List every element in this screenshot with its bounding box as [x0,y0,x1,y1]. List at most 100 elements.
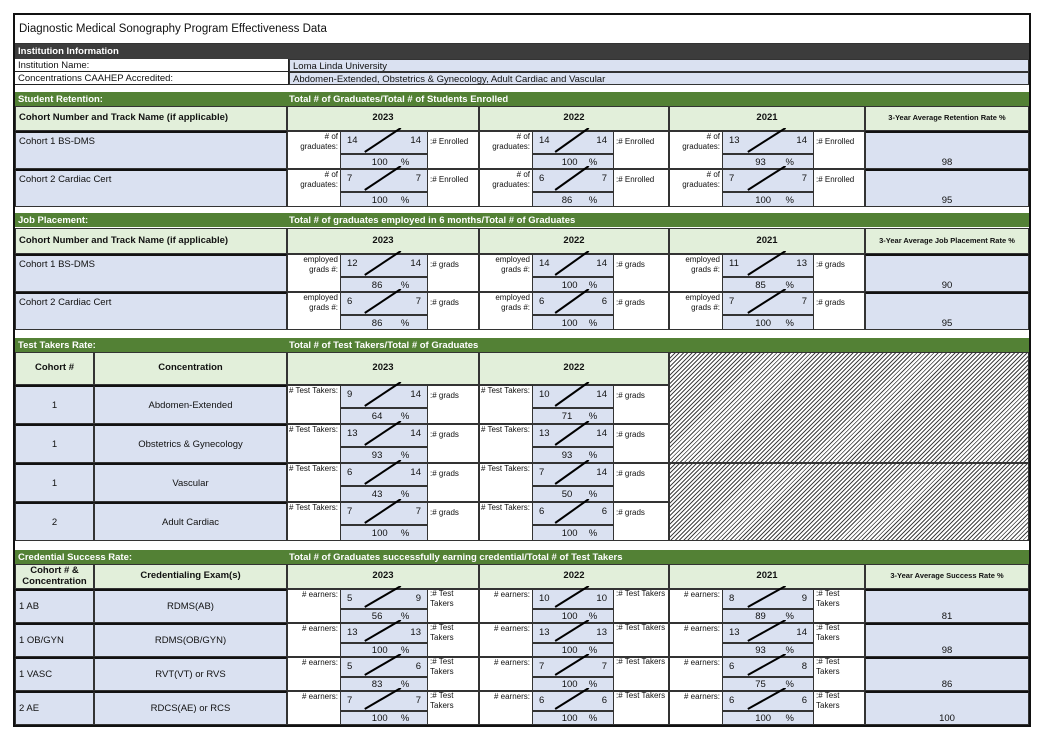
fraction-suffix-label: :# Test Takers [430,691,454,711]
cohort-number-cell: 2 [15,502,94,541]
percent-symbol: % [400,317,410,329]
percent-box: 100% [532,315,614,330]
fraction-prefix-label: employed grads #: [303,293,338,313]
fraction-suffix-label: :# grads [816,298,845,307]
fraction-slash-icon [364,166,402,191]
cohort-number-cell: 1 [15,385,94,424]
column-header-cohort-concentration: Cohort # & Concentration [15,564,94,589]
exam-cell: RVT(VT) or RVS [94,657,287,691]
track-name-cell: Cohort 2 Cardiac Cert [15,292,287,330]
fraction-slash-icon [364,421,402,446]
fraction-box: 9 14 [340,382,428,408]
section-title: Job Placement: [18,215,89,226]
fraction-slash-icon [747,586,787,608]
percent-symbol: % [588,194,598,206]
fraction-suffix-label: :# grads [616,298,645,307]
fraction-prefix-label: # Test Takers: [480,503,530,512]
fraction-prefix-label: # Test Takers: [288,425,338,434]
fraction-suffix-label: :# grads [430,430,459,439]
average-rate-value: 86 [865,657,1029,691]
fraction-prefix-label: # Test Takers: [288,503,338,512]
section-formula: Total # of Graduates successfully earnin… [289,552,623,563]
fraction-suffix-label: :# Enrolled [816,175,855,184]
fraction-box: 77 [340,688,428,711]
fraction-suffix-label: :# Enrolled [816,137,855,146]
fraction-slash-icon [554,128,590,153]
track-name-cell: Cohort 1 BS-DMS [15,254,287,292]
fraction-prefix-label: # earners: [683,658,720,667]
fraction-prefix-label: employed grads #: [685,293,720,313]
percent-symbol: % [785,713,794,724]
fraction-slash-icon [554,421,590,446]
average-rate-value: 95 [865,169,1029,207]
fraction-suffix-label: :# Test Takers [616,657,666,666]
fraction-suffix-label: :# Test Takers [816,589,840,609]
page-title: Diagnostic Medical Sonography Program Ef… [15,15,1029,44]
fraction-box: 7 14 [532,460,614,486]
fraction-prefix-label: # Test Takers: [288,464,338,473]
fraction-box: 11 13 [722,251,814,277]
fraction-slash-icon [554,382,590,407]
fraction-prefix-label: # Test Takers: [288,386,338,395]
fraction-prefix-label: # of graduates: [300,132,338,152]
fraction-slash-icon [554,620,590,642]
percent-symbol: % [588,317,598,329]
fraction-slash-icon [364,382,402,407]
exam-cell: RDMS(AB) [94,589,287,623]
fraction-prefix-label: # earners: [301,624,338,633]
column-header-average: 3-Year Average Success Rate % [865,564,1029,589]
fraction-suffix-label: :# Enrolled [430,175,469,184]
section-header-bar: Student Retention: Total # of Graduates/T… [15,92,1029,106]
average-rate-value: 95 [865,292,1029,330]
fraction-box: 89 [722,586,814,609]
fraction-slash-icon [364,688,402,710]
percent-box: 86% [532,192,614,207]
percent-value: 100 [755,194,772,206]
fraction-prefix-label: # earners: [493,590,530,599]
average-rate-value: 100 [865,691,1029,725]
fraction-prefix-label: # earners: [493,624,530,633]
column-header-average: 3-Year Average Job Placement Rate % [865,228,1029,254]
fraction-prefix-label: # of graduates: [300,170,338,190]
percent-symbol: % [588,713,598,724]
fraction-box: 77 [340,166,428,192]
fraction-slash-icon [364,251,402,276]
concentration-cell: Adult Cardiac [94,502,287,541]
fraction-prefix-label: # earners: [493,692,530,701]
fraction-box: 14 14 [532,251,614,277]
fraction-prefix-label: # earners: [683,624,720,633]
fraction-prefix-label: # earners: [301,692,338,701]
fraction-box: 77 [722,289,814,315]
fraction-suffix-label: :# grads [816,260,845,269]
column-header-cohort: Cohort Number and Track Name (if applica… [15,228,287,254]
percent-box: 100% [532,711,614,725]
fraction-box: 67 [340,289,428,315]
fraction-prefix-label: # Test Takers: [480,425,530,434]
cohort-concentration-cell: 2 AE [15,691,94,725]
column-header-year: 2022 [479,352,669,385]
fraction-suffix-label: :# Test Takers [430,623,454,643]
fraction-box: 13 14 [722,620,814,643]
percent-box: 100% [340,192,428,207]
fraction-suffix-label: :# Test Takers [816,623,840,643]
section-header-bar: Test Takers Rate: Total # of Test Takers/… [15,338,1029,352]
section-formula: Total # of Test Takers/Total # of Gradua… [289,340,479,351]
fraction-slash-icon [554,654,590,676]
cohort-number-cell: 1 [15,424,94,463]
percent-value: 100 [371,528,388,539]
fraction-suffix-label: :# grads [430,469,459,478]
column-header-year: 2023 [287,352,479,385]
column-header-average: 3-Year Average Retention Rate % [865,106,1029,131]
column-header-concentration: Concentration [94,352,287,385]
fraction-slash-icon [747,620,787,642]
fraction-slash-icon [364,128,402,153]
section-formula: Total # of Graduates/Total # of Students… [289,94,509,105]
fraction-prefix-label: # earners: [301,658,338,667]
fraction-suffix-label: :# grads [616,430,645,439]
effectiveness-sheet: Diagnostic Medical Sonography Program Ef… [13,13,1031,727]
fraction-suffix-label: :# Enrolled [430,137,469,146]
institution-section-header: Institution Information [15,44,1029,59]
percent-value: 100 [561,528,578,539]
fraction-prefix-label: # of graduates: [492,170,530,190]
section-header-bar: Job Placement: Total # of graduates emplo… [15,213,1029,227]
